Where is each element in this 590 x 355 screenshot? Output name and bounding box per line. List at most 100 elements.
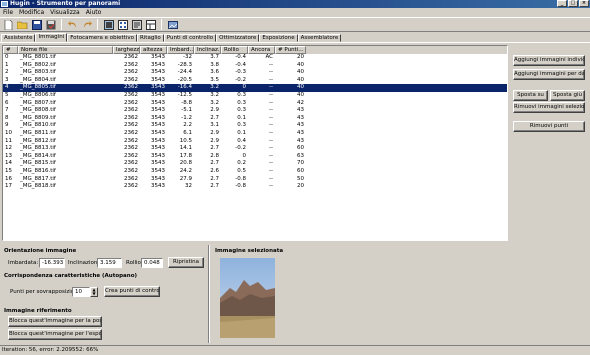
cell-filename: _MG_8802.tif [20,61,56,68]
table-row[interactable]: 16 _MG_8817.tif 2362 3543 27.9 2.7 -0.8 -- 50 [3,176,507,184]
roll-input[interactable]: 0.048 [141,258,163,268]
cell-height: 3543 [151,99,165,106]
cell-index: 9 [5,122,9,129]
menu-edit[interactable]: Modifica [19,8,44,17]
cell-anchor: -- [269,69,273,76]
tab-crop[interactable]: Ritaglio [136,34,164,42]
table-row[interactable]: 13 _MG_8814.tif 2362 3543 17.8 2.8 0 -- 63 [3,153,507,161]
cell-filename: _MG_8806.tif [20,91,56,98]
tab-exposure[interactable]: Esposizione [259,34,298,42]
table-row[interactable]: 9 _MG_8810.tif 2362 3543 2.2 3.1 0.3 -- 43 [3,122,507,130]
cell-pitch: 3.7 [210,54,219,60]
create-control-points-button[interactable]: Crea punti di controllo [104,286,160,297]
table-row[interactable]: 10 _MG_8811.tif 2362 3543 6.1 2.9 0.1 -- 43 [3,130,507,138]
cell-pitch: 3.1 [210,122,219,129]
undo-icon[interactable] [66,19,79,31]
menu-file[interactable]: File [3,8,13,17]
cell-pitch: 2.7 [210,175,219,182]
table-row[interactable]: 11 _MG_8812.tif 2362 3543 10.5 2.9 0.4 -- 43 [3,138,507,146]
tab-images[interactable]: Immagini [35,33,68,42]
points-per-overlap-input[interactable]: 10 [72,287,90,297]
tab-camera-lens[interactable]: Fotocamera e obiettivo [67,34,137,42]
cell-anchor: -- [269,175,273,182]
images-table[interactable]: # Nome file larghezza altezza Imbard... … [2,45,508,241]
table-row[interactable]: 8 _MG_8809.tif 2362 3543 -1.2 2.7 0.1 -- 43 [3,115,507,123]
open-folder-icon[interactable] [16,19,29,31]
cell-points: 70 [297,160,304,167]
move-up-button[interactable]: Sposta su [513,90,548,101]
table-row[interactable]: 12 _MG_8813.tif 2362 3543 14.1 2.7 -0.2 -- 60 [3,145,507,153]
menu-help[interactable]: Aiuto [86,8,102,17]
redo-icon[interactable] [80,19,93,31]
table-row[interactable]: 7 _MG_8808.tif 2362 3543 -5.1 2.9 0.3 -- 43 [3,107,507,115]
table-row[interactable]: 0 _MG_8801.tif 2362 3543 -32 3.7 -0.4 AC 20 [3,54,507,62]
save-icon[interactable] [30,19,43,31]
table-row[interactable]: 5 _MG_8806.tif 2362 3543 -12.5 3.2 0.3 -- 40 [3,92,507,100]
table-row[interactable]: 3 _MG_8804.tif 2362 3543 -20.5 3.5 -0.2 -- 40 [3,77,507,85]
table-row[interactable]: 17 _MG_8818.tif 2362 3543 32 2.7 -0.8 -- 20 [3,183,507,191]
cell-pitch: 2.9 [210,107,219,114]
table-row[interactable]: 14 _MG_8815.tif 2362 3543 20.8 2.7 0.2 -- 70 [3,160,507,168]
cell-filename: _MG_8805.tif [20,84,56,91]
remove-selected-images-button[interactable]: Rimuovi immagini selezionate [513,102,585,113]
remove-points-button[interactable]: Rimuovi punti [513,121,585,132]
cell-yaw: -8.8 [181,99,192,106]
cell-anchor: AC [265,54,273,60]
cell-roll: 0.3 [237,99,246,106]
column-header-roll[interactable]: Rollio [221,46,248,54]
cell-index: 5 [5,91,9,98]
table-row[interactable]: 6 _MG_8807.tif 2362 3543 -8.8 3.2 0.3 -- 42 [3,100,507,108]
table-header: # Nome file larghezza altezza Imbard... … [3,46,507,54]
add-individual-images-button[interactable]: Aggiungi immagini individuali... [513,55,585,66]
cell-yaw: 6.1 [183,129,192,136]
gallery-icon[interactable] [116,19,129,31]
tab-assistant[interactable]: Assistente [1,34,36,42]
column-header-anchor[interactable]: Ancora [248,46,275,54]
table-row[interactable]: 2 _MG_8803.tif 2362 3543 -24.4 3.6 -0.3 -- 40 [3,69,507,77]
status-text: Iteration: 56, error: 2.209552: 66% [2,347,99,353]
anchor-exposure-button[interactable]: Blocca quest'immagine per l'esposizione [8,329,102,340]
cell-index: 0 [5,54,9,60]
save-as-icon[interactable] [44,19,57,31]
cell-roll: 0.3 [237,91,246,98]
cell-width: 2362 [124,145,138,152]
reset-button[interactable]: Ripristina [168,257,204,268]
close-button[interactable]: × [579,0,589,7]
move-down-button[interactable]: Sposta giù [550,90,585,101]
toolbar-separator [161,19,162,30]
column-header-pitch[interactable]: Inclinaz... [194,46,221,54]
column-header-index[interactable]: # [3,46,18,54]
tab-control-points[interactable]: Punti di controllo [163,34,217,42]
features-title: Corrispondenza caratteristiche (Autopano… [4,273,137,279]
pitch-input[interactable]: 3.159 [97,258,122,268]
preview-icon[interactable] [166,19,179,31]
column-header-yaw[interactable]: Imbard... [167,46,194,54]
layout-icon[interactable] [144,19,157,31]
toolbar [0,17,590,32]
table-row[interactable]: 4 _MG_8805.tif 2362 3543 -16.4 3.2 0 -- 40 [3,84,507,92]
table-row[interactable]: 1 _MG_8802.tif 2362 3543 -28.3 3.8 -0.4 -- 40 [3,62,507,70]
tab-stitcher[interactable]: Assemblatore [297,34,342,42]
new-file-icon[interactable] [2,19,15,31]
cell-width: 2362 [124,107,138,114]
cell-yaw: -5.1 [181,107,192,114]
images-view-icon[interactable] [102,19,115,31]
optimize-icon[interactable] [130,19,143,31]
cell-height: 3543 [151,145,165,152]
yaw-input[interactable]: -16.393 [39,258,65,268]
tab-optimizer[interactable]: Ottimizzatore [216,34,260,42]
add-images-by-date-button[interactable]: Aggiungi immagini per data... [513,69,585,80]
anchor-position-button[interactable]: Blocca quest'immagine per la posizione [8,316,102,327]
column-header-filename[interactable]: Nome file [18,46,113,54]
column-header-points[interactable]: # Punti... [275,46,306,54]
table-row[interactable]: 15 _MG_8816.tif 2362 3543 24.2 2.6 0.5 -- 60 [3,168,507,176]
column-header-width[interactable]: larghezza [113,46,140,54]
points-stepper[interactable]: ▲ ▼ [90,287,98,297]
menu-view[interactable]: Visualizza [50,8,80,17]
column-header-height[interactable]: altezza [140,46,167,54]
maximize-button[interactable]: □ [568,0,578,7]
cell-height: 3543 [151,122,165,129]
status-bar: Iteration: 56, error: 2.209552: 66% [0,345,590,354]
title-bar: Hugin - Strumento per panorami _ □ × [0,0,590,8]
minimize-button[interactable]: _ [557,0,567,7]
